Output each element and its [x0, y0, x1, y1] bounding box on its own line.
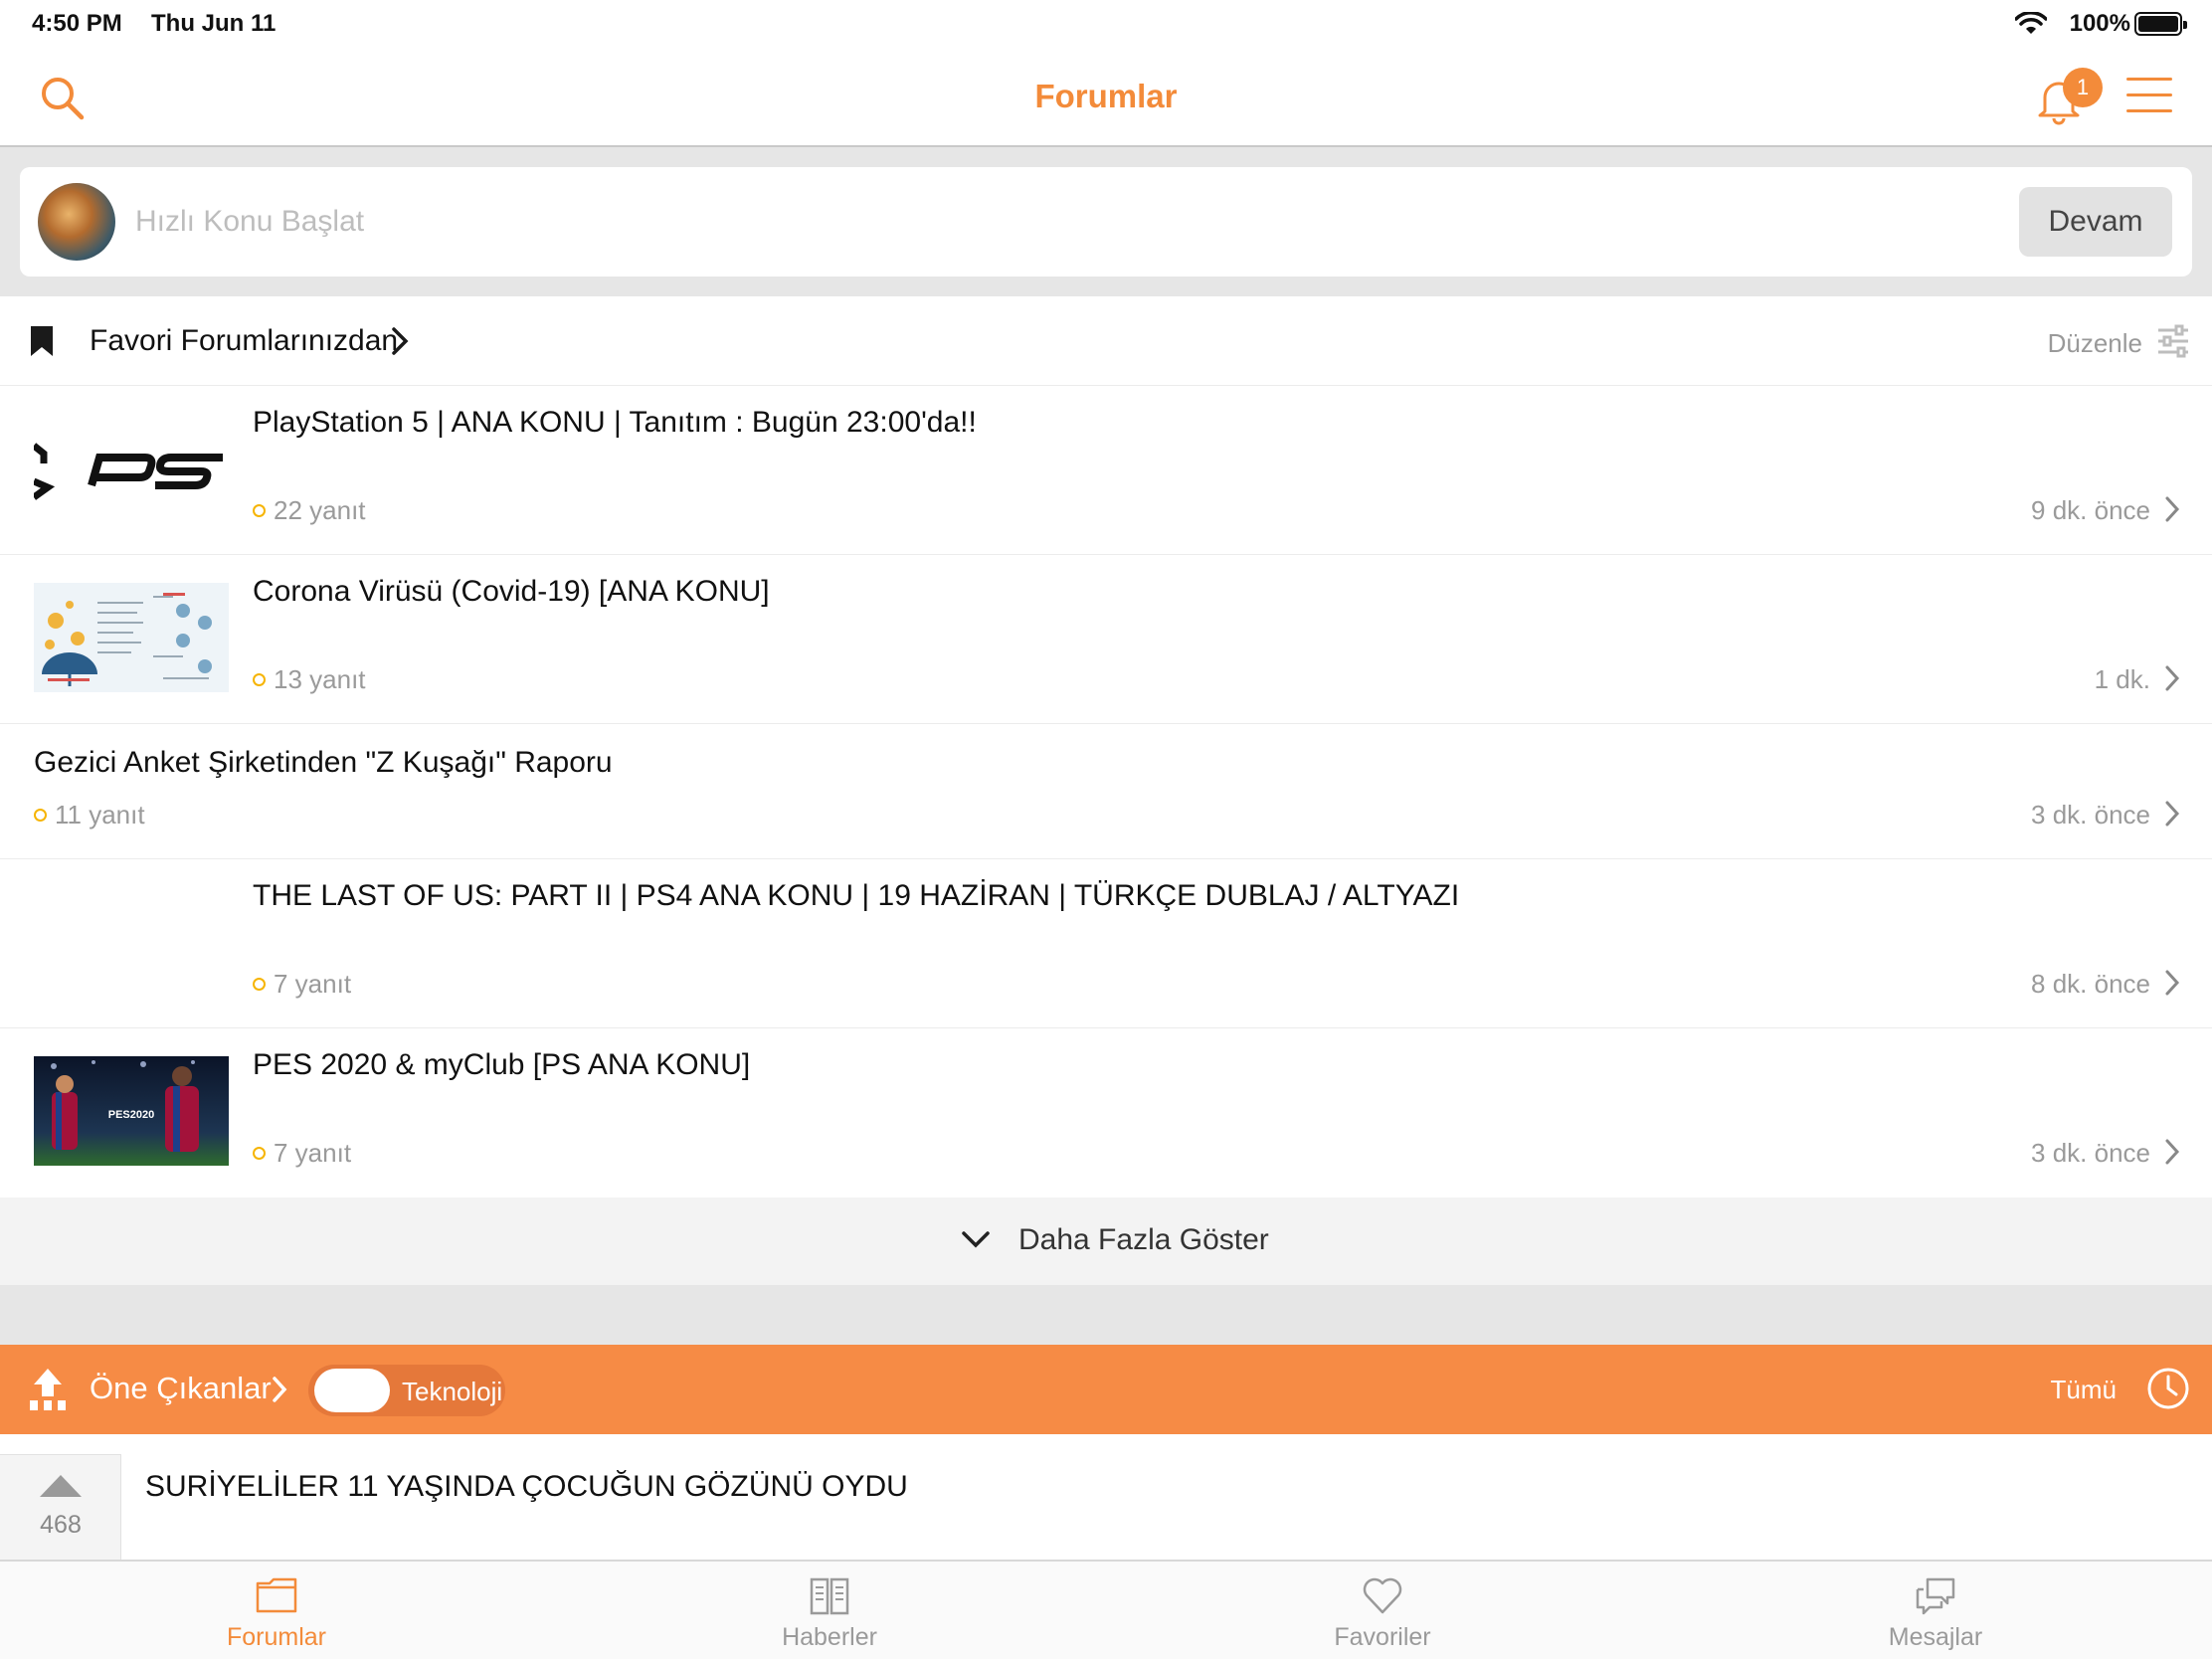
vote-box[interactable]: 468 [0, 1454, 121, 1562]
status-date: Thu Jun 11 [151, 10, 276, 37]
tab-favoriler[interactable]: Favoriler [1106, 1562, 1659, 1659]
post-title: SURİYELİLER 11 YAŞINDA ÇOCUĞUN GÖZÜNÜ OY… [145, 1470, 908, 1503]
reply-count: 22 yanıt [253, 495, 366, 526]
chevron-right-icon [2165, 970, 2180, 996]
tab-mesajlar[interactable]: Mesajlar [1659, 1562, 2212, 1659]
favorites-title: Favori Forumlarınızdan [90, 324, 399, 357]
continue-button[interactable]: Devam [2019, 187, 2172, 257]
corona-infographic-thumbnail [34, 583, 229, 692]
avatar[interactable] [38, 183, 115, 261]
chevron-right-icon [2165, 496, 2180, 522]
hamburger-menu-icon[interactable] [2126, 78, 2172, 113]
clock-icon[interactable] [2146, 1367, 2190, 1410]
newspaper-icon [810, 1577, 849, 1615]
wifi-icon [2015, 12, 2047, 34]
chevron-down-icon [962, 1231, 990, 1248]
featured-post-row[interactable]: 468 SURİYELİLER 11 YAŞINDA ÇOCUĞUN GÖZÜN… [0, 1434, 2212, 1562]
edit-button[interactable]: Düzenle [2048, 328, 2142, 359]
chevron-right-icon [392, 327, 409, 355]
chevron-right-icon [2165, 1139, 2180, 1165]
chat-icon [1916, 1577, 1955, 1615]
status-bar: 4:50 PM Thu Jun 11 100% [0, 0, 2212, 50]
vote-count: 468 [40, 1511, 82, 1539]
heart-icon [1363, 1577, 1402, 1614]
topic-row[interactable]: Corona Virüsü (Covid-19) [ANA KONU] 13 y… [0, 555, 2212, 724]
page-title: Forumlar [1034, 78, 1178, 114]
tab-label: Forumlar [226, 1623, 326, 1651]
featured-title[interactable]: Öne Çıkanlar [90, 1371, 272, 1406]
toggle-label: Teknoloji [402, 1377, 503, 1406]
quick-topic-input[interactable] [135, 197, 1926, 247]
nav-bar: Forumlar 1 [0, 50, 2212, 147]
topic-title: Gezici Anket Şirketinden "Z Kuşağı" Rapo… [34, 746, 613, 779]
topic-title: THE LAST OF US: PART II | PS4 ANA KONU |… [253, 879, 1460, 912]
pes2020-thumbnail: PES2020 [34, 1056, 229, 1166]
tab-forumlar[interactable]: Forumlar [0, 1562, 553, 1659]
chevron-right-icon [273, 1377, 287, 1402]
featured-bar: Öne Çıkanlar Teknoloji Tümü [0, 1345, 2212, 1434]
topic-row[interactable]: PlayStation 5 | ANA KONU | Tanıtım : Bug… [0, 386, 2212, 555]
topic-time: 9 dk. önce [2031, 495, 2150, 525]
reply-count: 7 yanıt [253, 969, 351, 1000]
chevron-right-icon [2165, 665, 2180, 691]
folder-icon [256, 1577, 297, 1613]
topic-time: 1 dk. [2094, 664, 2150, 694]
technology-toggle[interactable]: Teknoloji [308, 1365, 505, 1416]
topic-row[interactable]: THE LAST OF US: PART II | PS4 ANA KONU |… [0, 859, 2212, 1028]
topic-time: 3 dk. önce [2031, 1138, 2150, 1168]
status-time: 4:50 PM [32, 10, 122, 37]
battery-percent: 100% [2069, 10, 2130, 37]
tab-bar: Forumlar Haberler Favoriler Mesajlar [0, 1560, 2212, 1659]
ps5-logo-thumbnail [34, 414, 229, 523]
topic-row[interactable]: PES2020 PES 2020 & myClub [PS ANA KONU] … [0, 1028, 2212, 1198]
reply-count: 13 yanıt [253, 664, 366, 695]
topic-time: 8 dk. önce [2031, 969, 2150, 999]
topic-row[interactable]: Gezici Anket Şirketinden "Z Kuşağı" Rapo… [0, 724, 2212, 859]
favorite-forums-section: Favori Forumlarınızdan Düzenle PlayStati… [0, 296, 2212, 1285]
show-more-button[interactable]: Daha Fazla Göster [0, 1198, 2212, 1285]
topic-title: PlayStation 5 | ANA KONU | Tanıtım : Bug… [253, 406, 977, 439]
tab-label: Haberler [782, 1623, 877, 1651]
sliders-icon[interactable] [2156, 324, 2190, 358]
quick-topic-card: Devam [20, 167, 2192, 276]
all-button[interactable]: Tümü [2051, 1375, 2117, 1405]
reply-count: 7 yanıt [253, 1138, 351, 1169]
show-more-label: Daha Fazla Göster [1018, 1223, 1269, 1256]
tab-label: Favoriler [1334, 1623, 1431, 1651]
trending-up-icon[interactable] [28, 1367, 68, 1412]
notification-badge[interactable]: 1 [2063, 68, 2103, 107]
topic-title: Corona Virüsü (Covid-19) [ANA KONU] [253, 575, 770, 608]
reply-count: 11 yanıt [34, 800, 145, 830]
svg-text:PES2020: PES2020 [108, 1109, 154, 1121]
upvote-arrow-icon[interactable] [40, 1475, 82, 1497]
favorites-header[interactable]: Favori Forumlarınızdan Düzenle [0, 296, 2212, 386]
tab-haberler[interactable]: Haberler [553, 1562, 1106, 1659]
tab-label: Mesajlar [1888, 1623, 1983, 1651]
topic-title: PES 2020 & myClub [PS ANA KONU] [253, 1048, 751, 1081]
battery-icon [2134, 12, 2187, 36]
toggle-knob [314, 1369, 390, 1412]
topic-time: 3 dk. önce [2031, 800, 2150, 830]
bookmark-icon [31, 326, 53, 356]
chevron-right-icon [2165, 801, 2180, 827]
